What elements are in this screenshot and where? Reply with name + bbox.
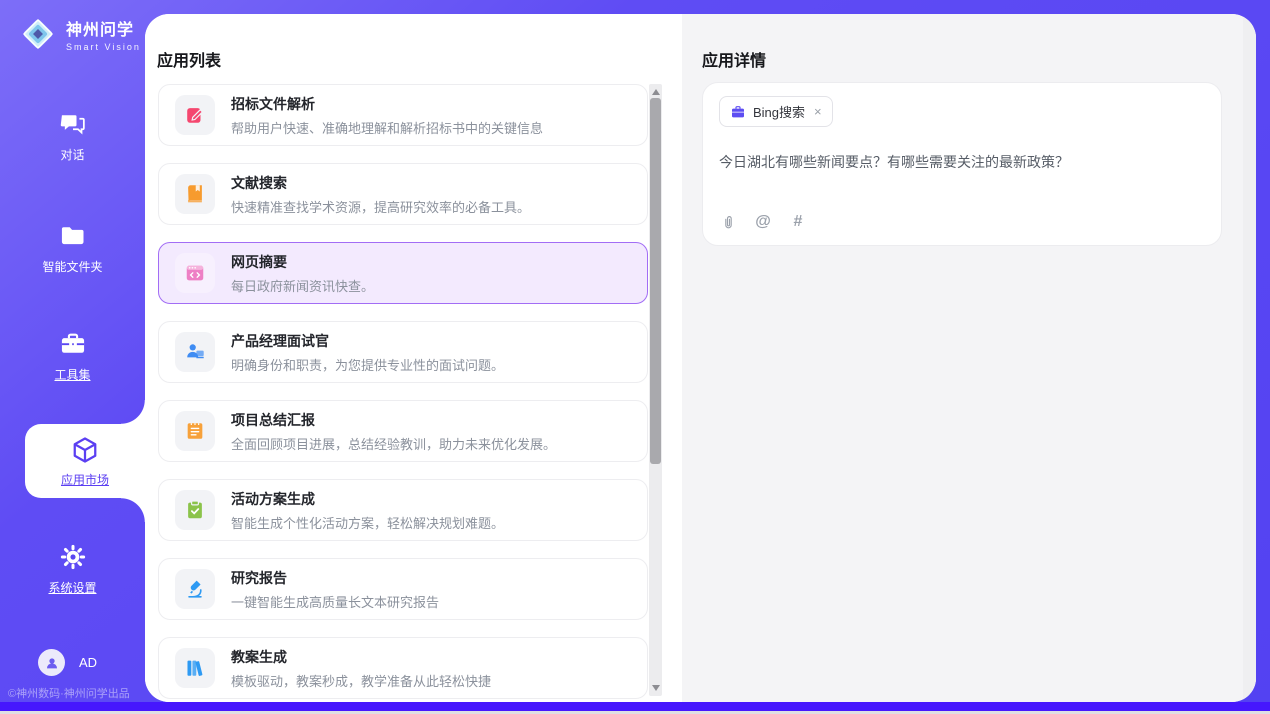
app-card[interactable]: 文献搜索快速精准查找学术资源，提高研究效率的必备工具。	[158, 163, 648, 225]
app-icon-tile	[175, 95, 215, 135]
app-detail-panel: 应用详情 Bing搜索 × 今日湖北有哪些新闻要点？有哪些需要关注的最新政策？	[682, 14, 1256, 702]
tab-curve-top	[121, 400, 145, 424]
cube-icon	[70, 435, 100, 465]
sidebar-item-folders[interactable]: 智能文件夹	[0, 222, 145, 275]
app-card-title: 教案生成	[231, 647, 491, 667]
sidebar-item-label: 应用市场	[61, 471, 109, 488]
app-card-title: 文献搜索	[231, 173, 530, 193]
at-icon[interactable]: @	[754, 213, 772, 231]
clipboard-check-icon	[184, 499, 206, 521]
sidebar-item-label: 系统设置	[48, 579, 96, 596]
tool-tag-label: Bing搜索	[753, 102, 805, 121]
app-card-title: 网页摘要	[231, 252, 374, 272]
tab-curve-bottom	[121, 498, 145, 522]
brand-name: 神州问学	[66, 16, 141, 40]
app-icon-tile	[175, 332, 215, 372]
edit-icon	[184, 104, 206, 126]
paperclip-icon[interactable]	[719, 213, 737, 231]
app-list-title: 应用列表	[157, 47, 221, 71]
app-card-title: 活动方案生成	[231, 489, 504, 509]
gear-icon	[59, 543, 87, 571]
app-card-desc: 智能生成个性化活动方案，轻松解决规划难题。	[231, 513, 504, 532]
book-icon	[184, 183, 206, 205]
app-card[interactable]: 招标文件解析帮助用户快速、准确地理解和解析招标书中的关键信息	[158, 84, 648, 146]
app-card[interactable]: 教案生成模板驱动，教案秒成，教学准备从此轻松快捷	[158, 637, 648, 699]
app-card-desc: 每日政府新闻资讯快查。	[231, 276, 374, 295]
hash-icon[interactable]: #	[789, 213, 807, 231]
brand-subtitle: Smart Vision	[66, 42, 141, 52]
brand-logo: 神州问学 Smart Vision	[18, 14, 141, 54]
scroll-up-icon[interactable]	[652, 89, 660, 95]
briefcase-icon	[730, 104, 746, 120]
sidebar-item-label: 智能文件夹	[42, 258, 102, 275]
folder-icon	[59, 222, 87, 250]
interviewer-icon	[184, 341, 206, 363]
prompt-composer[interactable]: Bing搜索 × 今日湖北有哪些新闻要点？有哪些需要关注的最新政策？ @ #	[702, 82, 1222, 246]
browser-code-icon	[184, 262, 206, 284]
sidebar-item-settings[interactable]: 系统设置	[0, 543, 145, 596]
sidebar-item-tools[interactable]: 工具集	[0, 330, 145, 383]
user-account[interactable]: AD	[38, 649, 97, 676]
app-card-title: 项目总结汇报	[231, 410, 556, 430]
app-card-desc: 快速精准查找学术资源，提高研究效率的必备工具。	[231, 197, 530, 216]
app-list-panel: 应用列表 招标文件解析帮助用户快速、准确地理解和解析招标书中的关键信息文献搜索快…	[145, 14, 682, 702]
app-card[interactable]: 网页摘要每日政府新闻资讯快查。	[158, 242, 648, 304]
app-card-desc: 一键智能生成高质量长文本研究报告	[231, 592, 439, 611]
app-icon-tile	[175, 569, 215, 609]
app-detail-title: 应用详情	[702, 47, 766, 71]
app-icon-tile	[175, 411, 215, 451]
tool-tag-bing[interactable]: Bing搜索 ×	[719, 96, 833, 127]
app-card-title: 产品经理面试官	[231, 331, 504, 351]
composer-toolbar: @ #	[719, 213, 807, 231]
copyright-footer: ©神州数码·神州问学出品	[8, 685, 130, 701]
sidebar: 神州问学 Smart Vision 对话智能文件夹工具集应用市场系统设置 AD …	[0, 0, 145, 714]
books-icon	[184, 657, 206, 679]
sidebar-item-label: 工具集	[54, 366, 90, 383]
sidebar-item-market[interactable]: 应用市场	[25, 424, 145, 498]
scroll-down-icon[interactable]	[652, 685, 660, 691]
diamond-logo-icon	[18, 14, 58, 54]
app-card[interactable]: 研究报告一键智能生成高质量长文本研究报告	[158, 558, 648, 620]
sidebar-item-label: 对话	[60, 146, 84, 163]
app-icon-tile	[175, 490, 215, 530]
app-card[interactable]: 活动方案生成智能生成个性化活动方案，轻松解决规划难题。	[158, 479, 648, 541]
app-card[interactable]: 产品经理面试官明确身份和职责，为您提供专业性的面试问题。	[158, 321, 648, 383]
microscope-icon	[184, 578, 206, 600]
scrollbar-thumb[interactable]	[650, 98, 661, 464]
app-card-desc: 全面回顾项目进展，总结经验教训，助力未来优化发展。	[231, 434, 556, 453]
detail-scroll-track	[1243, 14, 1256, 702]
question-text[interactable]: 今日湖北有哪些新闻要点？有哪些需要关注的最新政策？	[719, 152, 1205, 172]
app-icon-tile	[175, 174, 215, 214]
app-card-title: 研究报告	[231, 568, 439, 588]
app-card-desc: 明确身份和职责，为您提供专业性的面试问题。	[231, 355, 504, 374]
app-window: 神州问学 Smart Vision 对话智能文件夹工具集应用市场系统设置 AD …	[0, 0, 1270, 714]
user-name: AD	[79, 655, 97, 670]
content-area: 应用列表 招标文件解析帮助用户快速、准确地理解和解析招标书中的关键信息文献搜索快…	[145, 14, 1256, 702]
app-icon-tile	[175, 253, 215, 293]
app-card[interactable]: 项目总结汇报全面回顾项目进展，总结经验教训，助力未来优化发展。	[158, 400, 648, 462]
scrollbar[interactable]	[649, 84, 662, 696]
avatar	[38, 649, 65, 676]
sidebar-item-chat[interactable]: 对话	[0, 110, 145, 163]
close-icon[interactable]: ×	[814, 104, 822, 119]
chat-icon	[59, 110, 87, 138]
app-icon-tile	[175, 648, 215, 688]
app-card-desc: 帮助用户快速、准确地理解和解析招标书中的关键信息	[231, 118, 543, 137]
app-card-list: 招标文件解析帮助用户快速、准确地理解和解析招标书中的关键信息文献搜索快速精准查找…	[158, 84, 648, 702]
app-card-desc: 模板驱动，教案秒成，教学准备从此轻松快捷	[231, 671, 491, 690]
bottom-accent-bar	[0, 702, 1270, 711]
note-icon	[184, 420, 206, 442]
toolbox-icon	[59, 330, 87, 358]
app-card-title: 招标文件解析	[231, 94, 543, 114]
